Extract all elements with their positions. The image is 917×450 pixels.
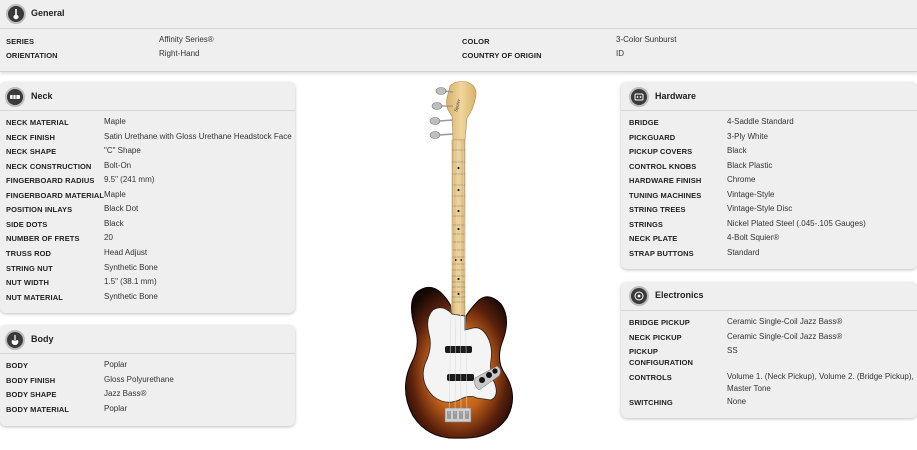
- spec-value: Chrome: [727, 175, 756, 184]
- spec-label: CONTROLS: [629, 373, 672, 382]
- spec-value: Synthetic Bone: [104, 291, 158, 301]
- spec-label: NUT WIDTH: [6, 278, 49, 288]
- spec-value: "C" Shape: [104, 146, 141, 156]
- spec-label: NECK PICKUP: [629, 333, 682, 342]
- spec-value: Ceramic Single-Coil Jazz Bass®: [727, 332, 843, 341]
- general-country-label: COUNTRY OF ORIGIN: [462, 51, 542, 60]
- spec-label: FINGERBOARD RADIUS: [6, 176, 95, 186]
- spec-value: Synthetic Bone: [104, 262, 158, 272]
- spec-label: BRIDGE PICKUP: [629, 318, 690, 327]
- spec-label: NECK MATERIAL: [6, 118, 69, 127]
- spec-label: BODY FINISH: [6, 375, 56, 385]
- neck-title: Neck: [31, 91, 53, 101]
- spec-value: 1.5" (38.1 mm): [104, 277, 157, 287]
- spec-value: Volume 1. (Neck Pickup), Volume 2. (Brid…: [727, 372, 914, 381]
- general-color-label: COLOR: [462, 37, 490, 46]
- general-color-value: 3-Color Sunburst: [616, 35, 677, 44]
- spec-value: 3-Ply White: [727, 131, 768, 141]
- spec-label: CONFIGURATION: [629, 358, 694, 367]
- spec-label: POSITION INLAYS: [6, 205, 73, 215]
- spec-value: Poplar: [104, 403, 128, 413]
- spec-value: Black: [727, 146, 747, 155]
- spec-label: STRAP BUTTONS: [629, 248, 694, 258]
- spec-label: TRUSS ROD: [6, 248, 52, 258]
- spec-label: BODY: [6, 361, 29, 370]
- spec-value: SS: [727, 346, 738, 355]
- spec-value: Ceramic Single-Coil Jazz Bass®: [727, 317, 843, 326]
- electronics-title: Electronics: [655, 290, 704, 300]
- spec-label: STRING TREES: [629, 205, 686, 214]
- electronics-section: Electronics BRIDGE PICKUP Ceramic Single…: [621, 282, 917, 418]
- spec-value: Maple: [104, 117, 126, 126]
- body-icon: [5, 330, 25, 350]
- hardware-icon: [629, 87, 649, 107]
- neck-section: Neck NECK MATERIAL Maple NECK FINISH Satin …: [0, 82, 295, 313]
- spec-label: PICKUP: [629, 347, 658, 356]
- spec-label: HARDWARE FINISH: [629, 176, 702, 185]
- spec-label: NECK FINISH: [6, 132, 56, 142]
- spec-value: 20: [104, 233, 113, 243]
- neck-header: Neck: [0, 82, 295, 111]
- body-title: Body: [31, 334, 54, 344]
- spec-value: Nickel Plated Steel (.045-.105 Gauges): [727, 218, 866, 228]
- spec-value: Satin Urethane with Gloss Urethane Heads…: [104, 131, 292, 141]
- hardware-header: Hardware: [621, 82, 917, 111]
- general-title: General: [31, 8, 65, 18]
- spec-label: SWITCHING: [629, 398, 673, 407]
- electronics-header: Electronics: [621, 282, 917, 311]
- spec-label: PICKGUARD: [629, 132, 676, 142]
- body-section: Body BODY Poplar BODY FINISH Gloss Polyuret…: [0, 325, 295, 426]
- spec-value: 4-Bolt Squier®: [727, 233, 780, 242]
- general-series-label: SERIES: [6, 37, 35, 46]
- body-header: Body: [0, 325, 295, 354]
- spec-value: Gloss Polyurethane: [104, 374, 174, 384]
- spec-value: None: [727, 397, 747, 406]
- spec-value: 9.5" (241 mm): [104, 175, 155, 185]
- bass-guitar-image: Squier: [405, 81, 513, 439]
- spec-label: TUNING MACHINES: [629, 190, 702, 200]
- spec-value: 4-Saddle Standard: [727, 117, 794, 126]
- spec-value: Standard: [727, 247, 760, 257]
- spec-value: Bolt-On: [104, 160, 132, 170]
- spec-label: NUMBER OF FRETS: [6, 234, 80, 244]
- spec-value: Black Plastic: [727, 160, 773, 170]
- spec-value: Master Tone: [727, 384, 771, 393]
- spec-value: Vintage-Style: [727, 189, 775, 199]
- electronics-icon: [629, 286, 649, 306]
- spec-value: Vintage-Style Disc: [727, 204, 793, 213]
- hardware-title: Hardware: [655, 91, 697, 101]
- spec-label: BODY SHAPE: [6, 390, 57, 399]
- spec-label: STRING NUT: [6, 263, 53, 273]
- general-header: General: [0, 0, 917, 29]
- spec-value: Black Dot: [104, 204, 139, 214]
- spec-label: PICKUP COVERS: [629, 147, 693, 156]
- general-series-value: Affinity Series®: [159, 35, 214, 44]
- spec-label: STRINGS: [629, 219, 664, 229]
- spec-label: NECK CONSTRUCTION: [6, 161, 92, 171]
- spec-label: NECK SHAPE: [6, 147, 57, 157]
- spec-value: Black: [104, 218, 124, 228]
- spec-value: Jazz Bass®: [104, 389, 147, 398]
- spec-label: SIDE DOTS: [6, 219, 48, 229]
- spec-label: FINGERBOARD MATERIAL: [6, 190, 105, 200]
- spec-value: Maple: [104, 189, 126, 199]
- guitar-icon: [6, 4, 26, 24]
- spec-label: CONTROL KNOBS: [629, 161, 697, 171]
- spec-value: Poplar: [104, 360, 128, 369]
- neck-icon: [5, 87, 25, 107]
- general-orientation-label: ORIENTATION: [6, 51, 58, 60]
- hardware-section: Hardware BRIDGE 4-Saddle Standard PICKGUAR…: [621, 82, 917, 269]
- spec-label: BODY MATERIAL: [6, 404, 70, 414]
- spec-label: NECK PLATE: [629, 234, 678, 243]
- spec-label: NUT MATERIAL: [6, 292, 63, 302]
- general-orientation-value: Right-Hand: [159, 49, 200, 58]
- general-country-value: ID: [616, 49, 624, 58]
- spec-label: BRIDGE: [629, 118, 659, 127]
- spec-value: Head Adjust: [104, 247, 148, 257]
- general-section: General SERIES Affinity Series® ORIENTAT…: [0, 0, 917, 72]
